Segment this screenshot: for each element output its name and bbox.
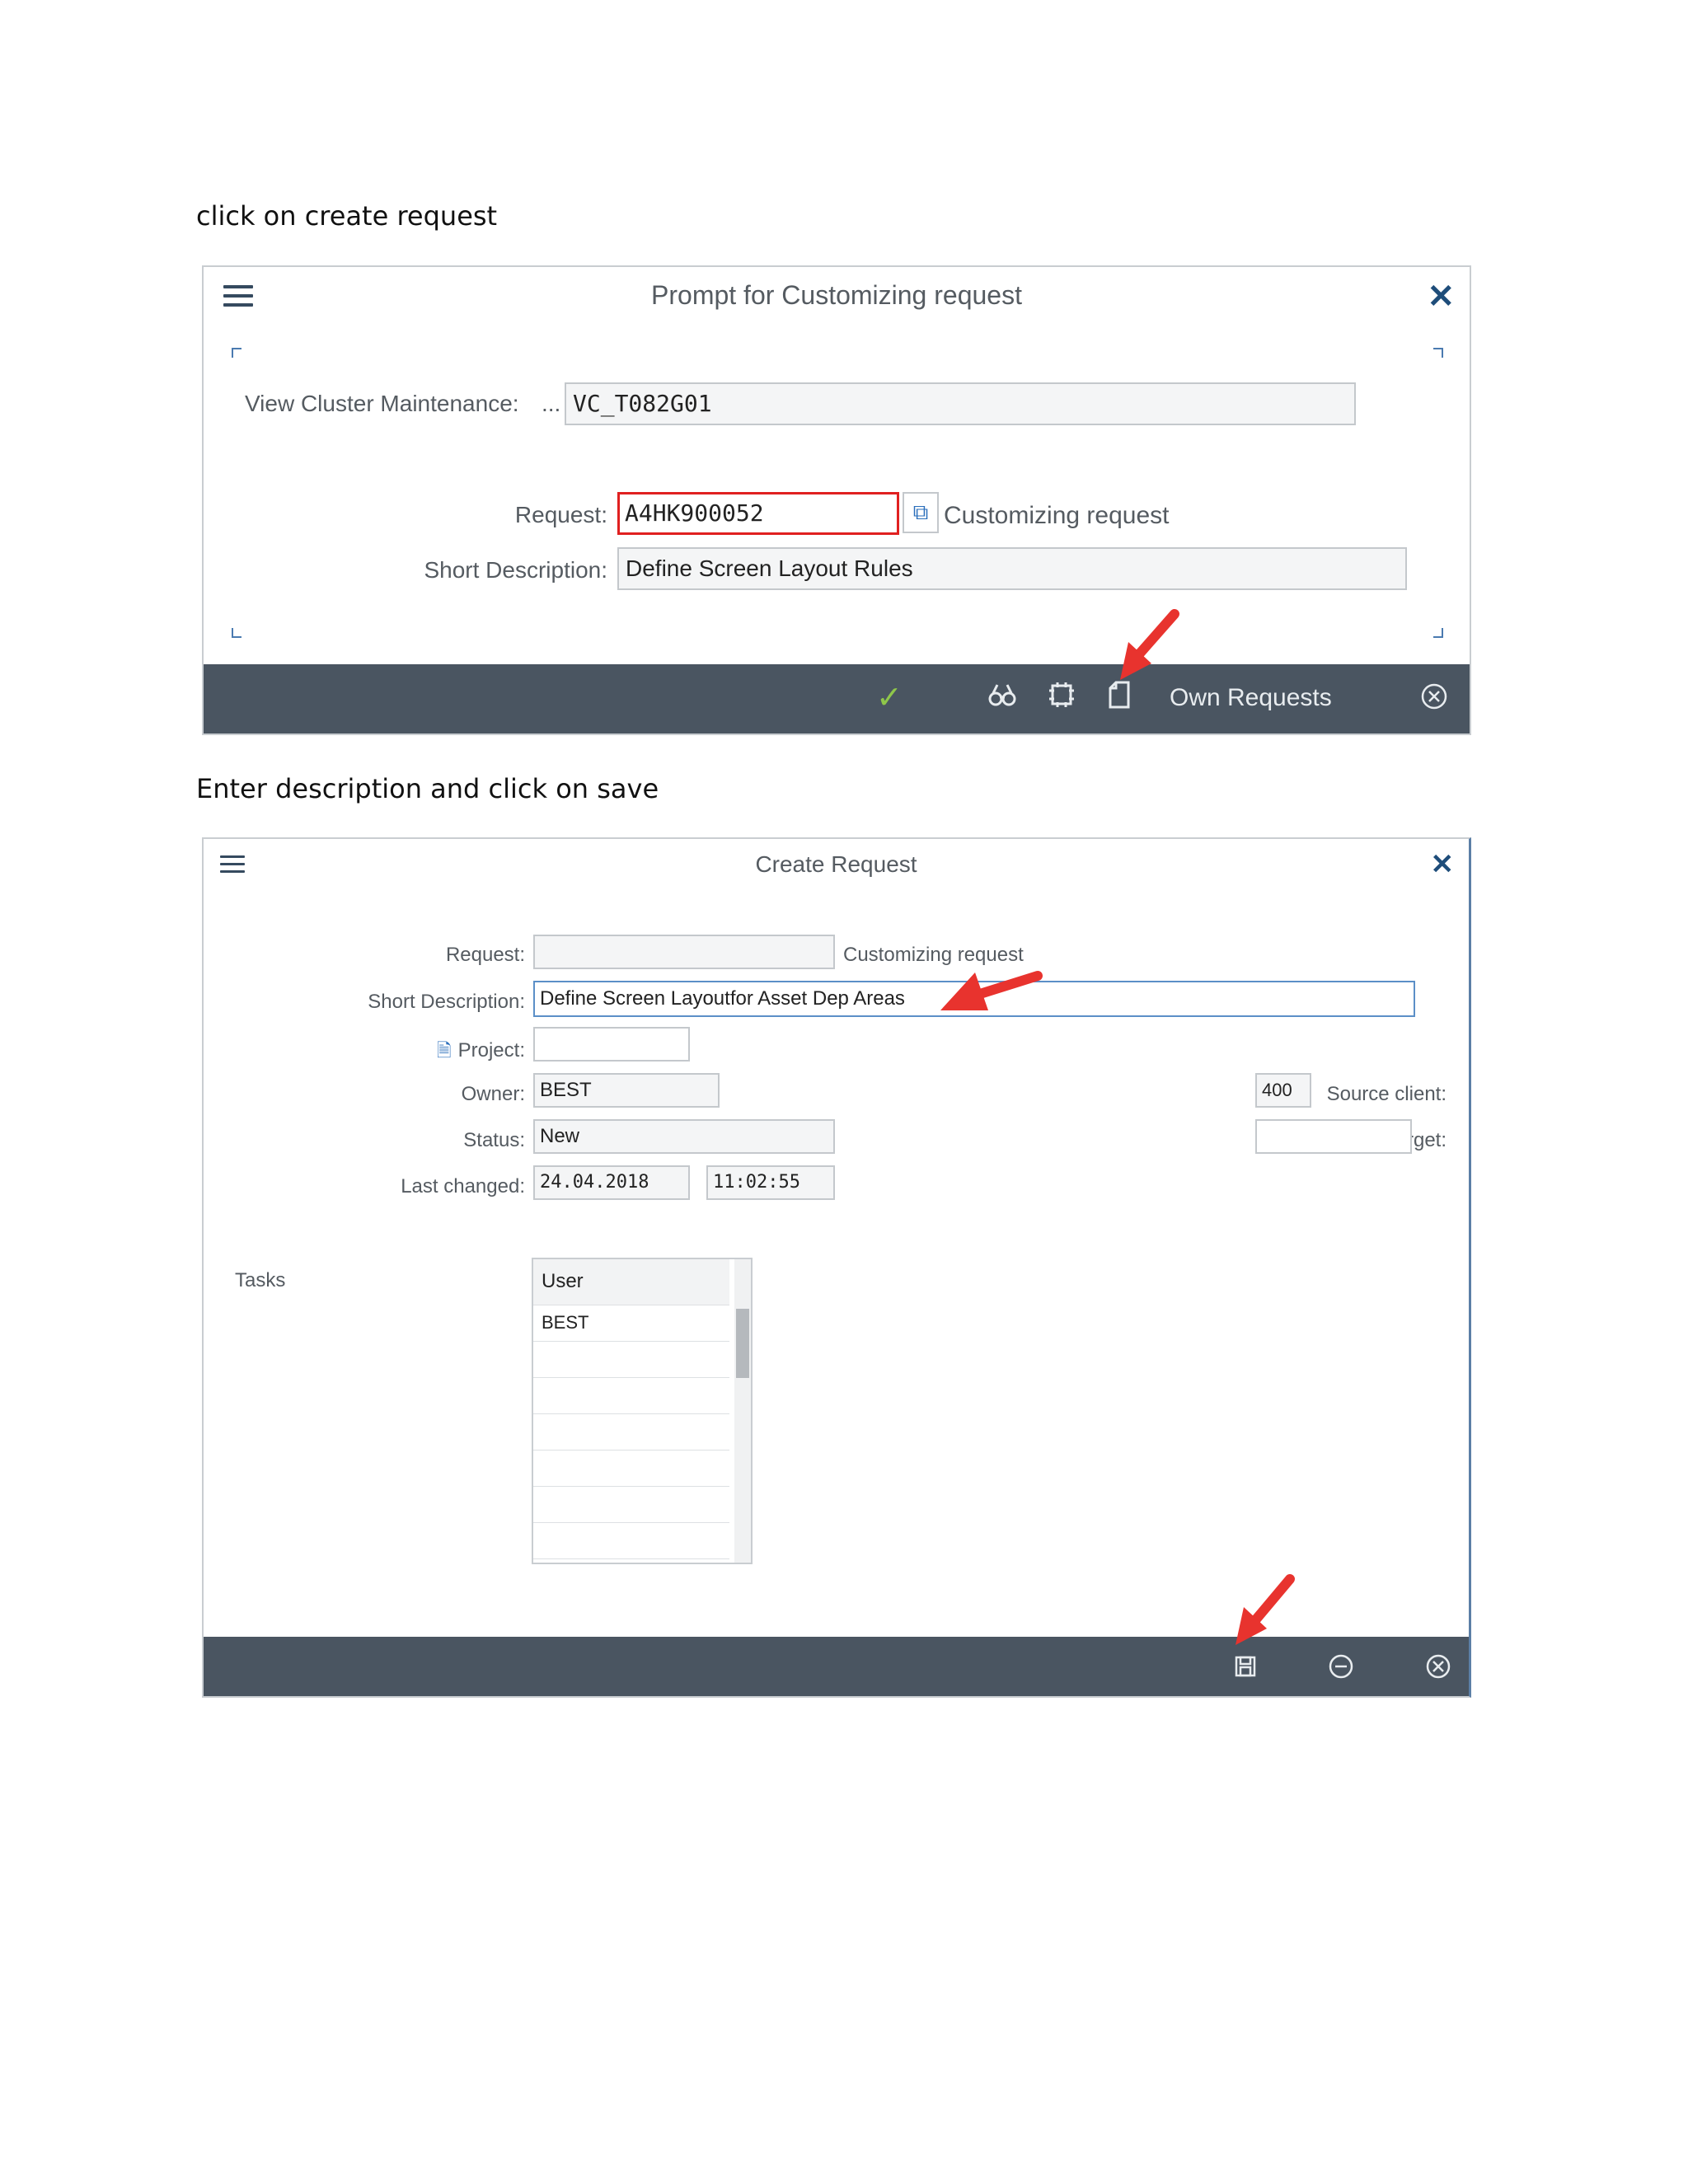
project-label-text: Project: <box>457 1039 525 1062</box>
owner-label: Owner: <box>461 1083 525 1105</box>
table-row[interactable] <box>533 1378 729 1414</box>
table-row[interactable]: BEST <box>533 1305 729 1342</box>
scrollbar-thumb[interactable] <box>736 1309 749 1378</box>
settings-icon[interactable] <box>1048 681 1076 713</box>
short-description-label: Short Description: <box>424 557 607 583</box>
create-request-dialog: Create Request ✕ Request: Customizing re… <box>202 837 1471 1698</box>
project-label: 🗎 Project: <box>426 1037 525 1068</box>
request-value-help-button[interactable]: ⧉ <box>903 492 939 533</box>
last-changed-date-field[interactable]: 24.04.2018 <box>533 1165 690 1200</box>
corner-mark <box>232 628 241 638</box>
dialog-title: Prompt for Customizing request <box>651 280 1022 310</box>
table-row[interactable] <box>533 1414 729 1451</box>
cancel-icon[interactable] <box>1420 682 1448 715</box>
request-type-text: Customizing request <box>944 502 1170 529</box>
table-row[interactable] <box>533 1523 729 1559</box>
minus-icon[interactable] <box>1328 1653 1354 1684</box>
instruction-step-1: click on create request <box>196 200 498 232</box>
document-icon: 🗎 <box>436 1040 452 1061</box>
red-arrow-annotation <box>940 971 1043 1010</box>
target-field[interactable] <box>1255 1119 1412 1154</box>
view-cluster-label: View Cluster Maintenance: <box>245 391 519 416</box>
view-cluster-ellipsis: ... <box>542 391 561 416</box>
table-row[interactable] <box>533 1487 729 1523</box>
owner-field[interactable]: BEST <box>533 1073 720 1108</box>
corner-mark <box>232 348 241 358</box>
binoculars-icon[interactable] <box>988 682 1016 711</box>
project-field[interactable] <box>533 1027 690 1062</box>
close-icon[interactable]: ✕ <box>1427 280 1455 313</box>
status-label: Status: <box>463 1129 525 1151</box>
request-label: Request: <box>445 944 525 966</box>
short-description-field[interactable]: Define Screen Layout Rules <box>617 547 1407 590</box>
request-field[interactable]: A4HK900052 <box>617 492 899 535</box>
table-row[interactable] <box>533 1451 729 1487</box>
checkmark-icon[interactable]: ✓ <box>876 679 903 716</box>
table-scrollbar[interactable] <box>734 1259 751 1563</box>
own-requests-button[interactable]: Own Requests <box>1170 684 1332 712</box>
copy-icon: ⧉ <box>912 499 929 524</box>
source-client-label: Source client: <box>1326 1083 1447 1105</box>
cancel-icon[interactable] <box>1425 1653 1451 1684</box>
view-cluster-field[interactable]: VC_T082G01 <box>565 382 1356 425</box>
tasks-table: User BEST <box>532 1258 753 1564</box>
status-field[interactable]: New <box>533 1119 835 1154</box>
corner-mark <box>1433 628 1443 638</box>
request-field[interactable] <box>533 935 835 969</box>
close-icon[interactable]: ✕ <box>1431 851 1455 879</box>
corner-mark <box>1433 348 1443 358</box>
table-row[interactable] <box>533 1342 729 1378</box>
last-changed-time-field[interactable]: 11:02:55 <box>706 1165 835 1200</box>
red-arrow-annotation <box>1236 1574 1295 1645</box>
red-arrow-annotation <box>1120 609 1179 680</box>
tasks-label: Tasks <box>235 1269 286 1291</box>
table-header-user: User <box>533 1259 729 1305</box>
prompt-customizing-request-dialog: Prompt for Customizing request ✕ View Cl… <box>202 265 1471 735</box>
save-icon[interactable] <box>1234 1655 1257 1682</box>
request-label: Request: <box>514 502 607 527</box>
short-description-label: Short Description: <box>368 991 525 1013</box>
last-changed-label: Last changed: <box>401 1175 525 1197</box>
source-client-field[interactable]: 400 <box>1255 1073 1311 1108</box>
dialog-title: Create Request <box>755 851 917 877</box>
create-document-icon[interactable] <box>1109 681 1130 713</box>
instruction-step-2: Enter description and click on save <box>196 773 659 804</box>
dialog-footer-toolbar: ✓ Own Requests <box>204 664 1470 733</box>
